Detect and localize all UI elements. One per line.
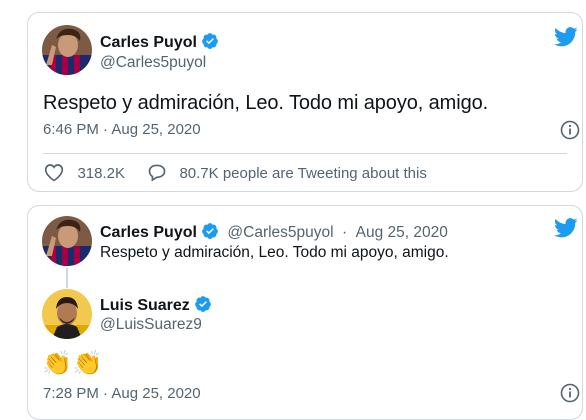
like-count: 318.2K [77,165,125,182]
info-icon[interactable] [560,383,580,408]
speech-bubble-icon [147,163,167,187]
tweet-text: Respeto y admiración, Leo. Todo mi apoyo… [43,92,489,114]
tweet-timestamp[interactable]: 6:46 PM · Aug 25, 2020 [43,121,201,138]
tweet-card-suarez-reply[interactable]: Carles Puyol @Carles5puyol · Aug 25, 202… [27,205,583,420]
quoted-author-handle[interactable]: @Carles5puyol [227,224,333,241]
tweeting-about-link[interactable]: 80.7K people are Tweeting about this [147,163,427,187]
heart-icon [44,163,64,187]
like-button[interactable]: 318.2K [44,163,125,187]
reply-author-handle[interactable]: @LuisSuarez9 [100,316,202,334]
twitter-bird-icon[interactable] [554,27,578,52]
verified-badge-icon [201,222,219,245]
separator-dot: · [342,224,348,241]
twitter-bird-icon[interactable] [554,218,578,243]
verified-badge-icon [201,32,219,55]
quoted-date[interactable]: Aug 25, 2020 [356,224,448,241]
avatar-puyol[interactable] [42,216,92,266]
clapping-hands-emoji: 👏👏 [42,349,104,377]
quoted-header: Carles Puyol @Carles5puyol · Aug 25, 202… [100,222,448,245]
reply-timestamp[interactable]: 7:28 PM · Aug 25, 2020 [43,385,201,402]
quoted-author-name[interactable]: Carles Puyol [100,224,197,241]
divider [43,153,567,154]
author-name-text[interactable]: Carles Puyol [100,34,197,51]
thread-line [66,268,68,288]
verified-badge-icon [194,295,212,318]
avatar-puyol[interactable] [42,25,92,75]
tweet-card-puyol[interactable]: Carles Puyol @Carles5puyol Respeto y adm… [27,12,583,192]
info-icon[interactable] [560,120,580,145]
reply-author-name-text[interactable]: Luis Suarez [100,297,190,314]
author-handle[interactable]: @Carles5puyol [100,54,206,72]
author-name[interactable]: Carles Puyol [100,32,219,55]
reply-author-name[interactable]: Luis Suarez [100,295,212,318]
avatar-suarez[interactable] [42,289,92,339]
tweeting-about-text: 80.7K people are Tweeting about this [179,165,427,182]
quoted-tweet-text: Respeto y admiración, Leo. Todo mi apoyo… [100,244,449,261]
